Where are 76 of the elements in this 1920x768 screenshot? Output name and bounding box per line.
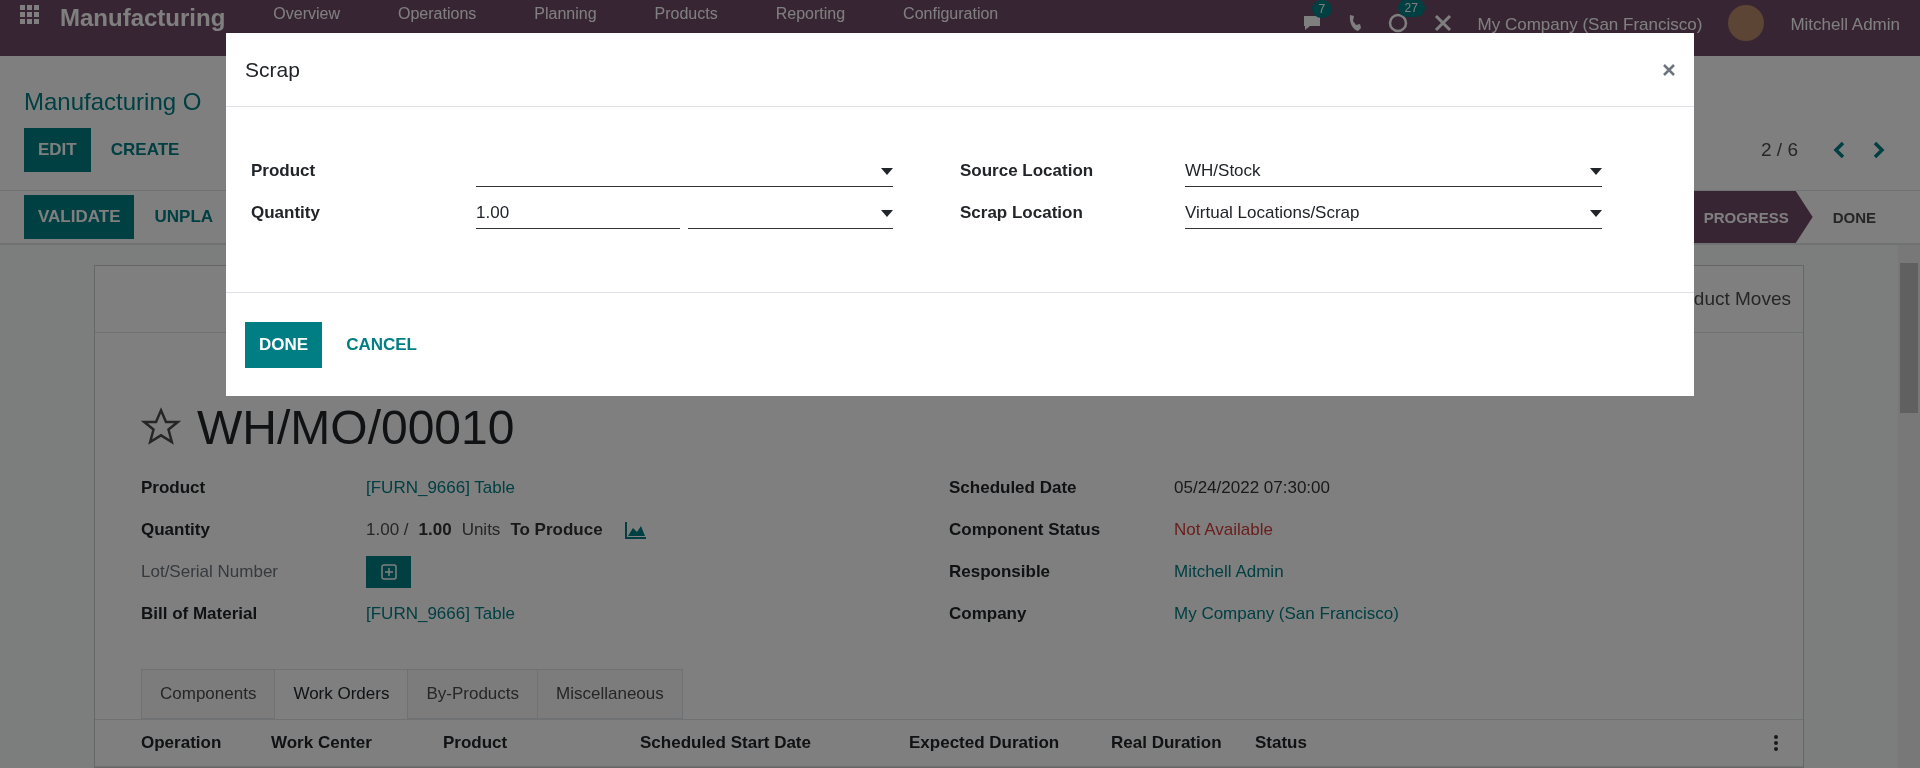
kebab-menu-icon[interactable] [1773,734,1779,752]
suffix-text: To Produce [510,520,603,540]
column-header[interactable]: Work Center [271,733,443,753]
caret-icon [881,209,893,217]
dialog-title: Scrap [245,57,300,82]
add-button[interactable] [366,556,411,588]
field-link[interactable]: Mitchell Admin [1174,562,1284,582]
count-badge: 7 [1311,0,1333,18]
field-label: Product [141,478,207,498]
user-name[interactable]: Mitchell Admin [1790,14,1900,35]
produced-quantity: 1.00 / [366,520,409,540]
menu-item[interactable]: Overview [273,5,340,23]
action-button[interactable]: UNPLA [140,195,228,239]
edit-button[interactable]: EDIT [24,128,91,172]
plus-square-icon [380,564,397,580]
field-label: Scheduled Date [949,478,1078,498]
field-label: Quantity [141,520,211,540]
field-label: Lot/Serial Number [141,562,279,582]
column-header[interactable]: Product [443,733,640,753]
field-value: WH/Stock [1185,161,1261,181]
menu-item[interactable]: Configuration [903,5,999,23]
cancel-button[interactable]: CANCEL [332,321,431,368]
tab[interactable]: By-Products [407,669,539,719]
menu-item[interactable]: Operations [398,5,477,23]
quantity-field[interactable]: 1.00 [476,198,680,229]
field-value: 05/24/2022 07:30:00 [1174,478,1330,498]
caret-icon [1590,209,1602,217]
field-label: Product [251,161,317,182]
select-field[interactable]: Virtual Locations/Scrap [1185,198,1602,229]
area-chart-icon[interactable] [624,521,647,539]
done-button[interactable]: DONE [245,321,323,368]
create-button[interactable]: CREATE [96,128,194,172]
menu-item[interactable]: Planning [534,5,597,23]
scrollbar[interactable] [1898,245,1920,768]
chevron-left-icon[interactable] [1832,141,1846,159]
pager-counter: 2 / 6 [1761,139,1798,161]
validate-button[interactable]: VALIDATE [24,195,135,239]
field-link[interactable]: [FURN_9666] Table [366,478,515,498]
field-label: Company [949,604,1028,624]
column-header[interactable]: Operation [141,733,271,753]
field-value: Not Available [1174,520,1273,540]
menu-item[interactable]: Reporting [775,5,846,23]
field-label: Responsible [949,562,1052,582]
select-field[interactable]: WH/Stock [1185,156,1602,187]
field-link[interactable]: My Company (San Francisco) [1174,604,1399,624]
menu-item[interactable]: Products [654,5,718,23]
column-header[interactable]: Status [1255,733,1773,753]
field-label: Scrap Location [960,203,1084,224]
caret-icon [881,167,893,175]
field-label: Source Location [960,161,1095,182]
phone-icon[interactable] [1347,14,1362,32]
company-switcher[interactable]: My Company (San Francisco) [1477,14,1703,35]
chat-icon[interactable] [1301,14,1322,32]
column-header[interactable]: Scheduled Start Date [640,733,909,753]
field-label: Quantity [251,203,321,224]
chevron-right-icon[interactable] [1872,141,1886,159]
tab[interactable]: Components [141,669,276,719]
star-icon[interactable] [141,407,181,447]
field-link[interactable]: [FURN_9666] Table [366,604,515,624]
app-title[interactable]: Manufacturing [60,5,226,31]
close-icon[interactable] [1663,63,1675,76]
apps-grid-icon[interactable] [20,5,40,25]
status-stage[interactable]: DONE [1812,191,1896,243]
field-label: Bill of Material [141,604,259,624]
target-quantity: 1.00 [418,520,452,540]
column-header[interactable]: Expected Duration [909,733,1111,753]
field-label: Component Status [949,520,1102,540]
column-header[interactable]: Real Duration [1111,733,1255,753]
caret-icon [1590,167,1602,175]
field-value: Virtual Locations/Scrap [1185,203,1360,223]
tab[interactable]: Miscellaneous [537,669,683,719]
count-badge: 27 [1397,0,1425,17]
tab[interactable]: Work Orders [274,669,409,719]
field-value: 1.00 [476,203,510,223]
unit-text: Units [461,520,501,540]
record-title: WH/MO/00010 [197,399,515,455]
